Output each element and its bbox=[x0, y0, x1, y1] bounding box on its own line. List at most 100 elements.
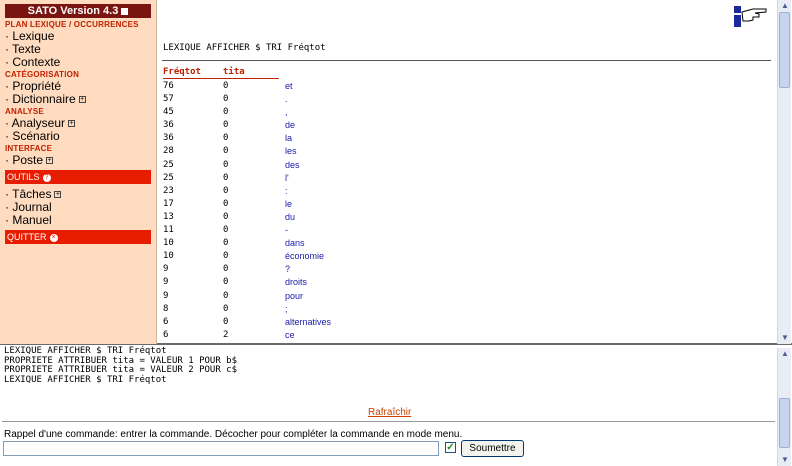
table-row: 28 0 les bbox=[163, 145, 563, 158]
expand-plus-icon[interactable]: + bbox=[68, 120, 76, 128]
results-scrollbar[interactable]: ▲ ▼ bbox=[777, 0, 791, 344]
word-cell[interactable]: ce bbox=[285, 329, 295, 342]
tita-cell: 0 bbox=[223, 133, 229, 144]
freq-cell: 9 bbox=[163, 290, 169, 301]
console-line: LEXIQUE AFFICHER $ TRI Fréqtot bbox=[4, 374, 167, 385]
tita-cell: 0 bbox=[223, 107, 229, 118]
word-cell[interactable]: de bbox=[285, 119, 295, 132]
freq-cell: 6 bbox=[163, 329, 169, 340]
column-header-tita[interactable]: tita bbox=[223, 67, 245, 77]
expand-plus-icon[interactable]: + bbox=[78, 96, 86, 104]
console-log: LEXIQUE AFFICHER $ TRI Fréqtot PROPRIETE … bbox=[4, 346, 237, 385]
scroll-down-icon[interactable]: ▼ bbox=[778, 332, 792, 344]
table-row: 9 0 pour bbox=[163, 290, 563, 303]
freq-cell: 8 bbox=[163, 303, 169, 314]
freq-cell: 76 bbox=[163, 81, 174, 91]
table-row: 11 0 - bbox=[163, 224, 563, 237]
lexicon-table: 76 0 et 57 0. 45 0, 36 0 de 36 0 la 28 0 les 25 0 des 25 0 l'… bbox=[163, 80, 563, 342]
column-header-freqtot[interactable]: Fréqtot bbox=[163, 67, 201, 77]
command-input[interactable] bbox=[3, 441, 439, 456]
freq-cell: 10 bbox=[163, 251, 174, 262]
console-divider bbox=[2, 421, 775, 422]
submit-button[interactable]: Soumettre bbox=[461, 440, 524, 457]
word-cell[interactable]: l' bbox=[285, 172, 289, 185]
word-cell[interactable]: les bbox=[285, 145, 297, 158]
table-row: 6 2 ce bbox=[163, 329, 563, 342]
table-row: 57 0. bbox=[163, 93, 563, 106]
word-cell[interactable]: le bbox=[285, 198, 292, 211]
tita-cell: 2 bbox=[223, 329, 229, 340]
tita-cell: 0 bbox=[223, 264, 229, 275]
command-hint: Rappel d'une commande: entrer la command… bbox=[4, 429, 463, 440]
expand-plus-icon[interactable]: + bbox=[46, 157, 54, 165]
sidebar: SATO Version 4.3 PLAN LEXIQUE / OCCURREN… bbox=[0, 0, 157, 344]
tita-cell: 0 bbox=[223, 251, 229, 262]
tita-cell: 0 bbox=[223, 120, 229, 131]
word-cell[interactable]: dans bbox=[285, 237, 305, 250]
word-cell[interactable]: ? bbox=[285, 263, 290, 276]
tita-cell: 0 bbox=[223, 277, 229, 288]
table-row: 23 0: bbox=[163, 185, 563, 198]
word-cell[interactable]: . bbox=[285, 93, 288, 106]
table-row: 6 0 alternatives bbox=[163, 316, 563, 329]
word-cell[interactable]: , bbox=[285, 106, 288, 119]
results-panel: LEXIQUE AFFICHER $ TRI Fréqtot Fréqtot t… bbox=[157, 0, 777, 344]
freq-cell: 9 bbox=[163, 277, 169, 288]
scroll-up-icon[interactable]: ▲ bbox=[778, 348, 792, 360]
scroll-down-icon[interactable]: ▼ bbox=[778, 454, 792, 466]
word-cell[interactable]: économie bbox=[285, 250, 324, 263]
table-row: 9 0? bbox=[163, 263, 563, 276]
console-frame: LEXIQUE AFFICHER $ TRI Fréqtot PROPRIETE … bbox=[0, 346, 777, 466]
word-cell[interactable]: et bbox=[285, 80, 293, 93]
freq-cell: 9 bbox=[163, 264, 169, 275]
tita-cell: 0 bbox=[223, 81, 229, 91]
expand-plus-icon[interactable]: + bbox=[54, 191, 62, 199]
freq-cell: 25 bbox=[163, 172, 174, 183]
table-row: 10 0 dans bbox=[163, 237, 563, 250]
check-icon: ✓ bbox=[446, 442, 455, 453]
word-cell[interactable]: alternatives bbox=[285, 316, 331, 329]
word-cell[interactable]: : bbox=[285, 185, 288, 198]
table-row: 45 0, bbox=[163, 106, 563, 119]
sidebar-item-dictionnaire[interactable]: · Dictionnaire + bbox=[5, 93, 151, 106]
table-row: 36 0 la bbox=[163, 132, 563, 145]
freq-cell: 25 bbox=[163, 159, 174, 170]
pointing-hand-icon[interactable] bbox=[733, 4, 769, 30]
freq-cell: 28 bbox=[163, 146, 174, 157]
freq-cell: 11 bbox=[163, 225, 174, 236]
menu-outils[interactable]: OUTILS? bbox=[5, 170, 151, 184]
divider bbox=[162, 60, 771, 61]
tita-cell: 0 bbox=[223, 238, 229, 249]
top-frame: SATO Version 4.3 PLAN LEXIQUE / OCCURREN… bbox=[0, 0, 792, 345]
scroll-thumb[interactable] bbox=[779, 12, 790, 88]
word-cell[interactable]: pour bbox=[285, 290, 303, 303]
header-underline bbox=[163, 78, 279, 79]
refresh-link[interactable]: Rafraîchir bbox=[368, 407, 411, 418]
word-cell[interactable]: droits bbox=[285, 276, 307, 289]
sidebar-item-poste[interactable]: · Poste + bbox=[5, 154, 151, 167]
freq-cell: 13 bbox=[163, 211, 174, 222]
table-row: 25 0 des bbox=[163, 159, 563, 172]
console-scrollbar[interactable]: ▲ ▼ bbox=[777, 348, 791, 466]
command-title: LEXIQUE AFFICHER $ TRI Fréqtot bbox=[163, 43, 326, 53]
freq-cell: 17 bbox=[163, 198, 174, 209]
word-cell[interactable]: des bbox=[285, 159, 300, 172]
sidebar-item-manuel[interactable]: · Manuel bbox=[5, 214, 151, 227]
sidebar-item-contexte[interactable]: · Contexte bbox=[5, 56, 151, 69]
sidebar-item-scenario[interactable]: · Scénario bbox=[5, 130, 151, 143]
menu-mode-checkbox[interactable]: ✓ bbox=[445, 442, 456, 453]
tita-cell: 0 bbox=[223, 94, 229, 105]
word-cell[interactable]: ; bbox=[285, 303, 288, 316]
scroll-thumb[interactable] bbox=[779, 398, 790, 448]
word-cell[interactable]: du bbox=[285, 211, 295, 224]
word-cell[interactable]: la bbox=[285, 132, 292, 145]
table-row: 13 0 du bbox=[163, 211, 563, 224]
menu-quitter[interactable]: QUITTER × bbox=[5, 230, 151, 244]
app-title: SATO Version 4.3 bbox=[5, 4, 151, 18]
scroll-up-icon[interactable]: ▲ bbox=[778, 0, 792, 12]
word-cell[interactable]: - bbox=[285, 224, 288, 237]
tita-cell: 0 bbox=[223, 172, 229, 183]
freq-cell: 6 bbox=[163, 316, 169, 327]
tita-cell: 0 bbox=[223, 159, 229, 170]
table-row: 25 0 l' bbox=[163, 172, 563, 185]
